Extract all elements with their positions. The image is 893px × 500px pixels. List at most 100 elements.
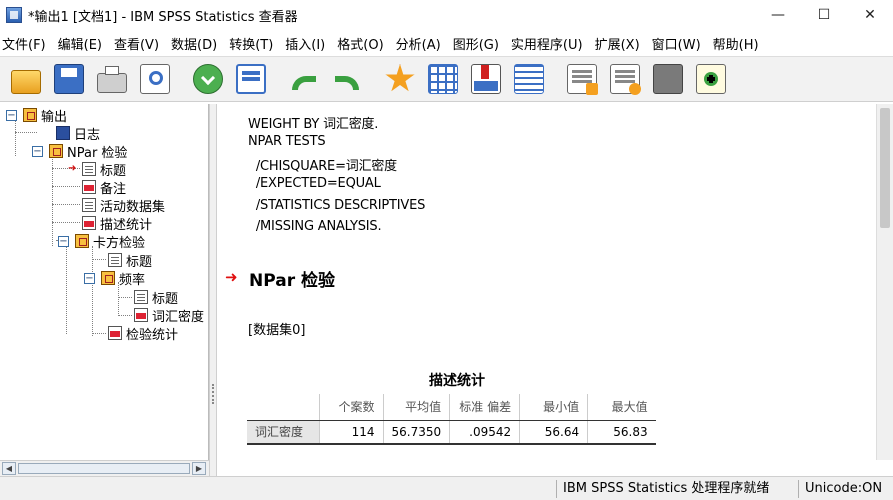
tree-label-active-dataset: 活动数据集 [100,199,166,215]
npar-book-icon [49,144,63,158]
tree-node-vocab-density[interactable]: 词汇密度 [134,306,204,325]
tree-node-chisquare[interactable]: − 卡方检验 [58,232,146,251]
tree-node-title[interactable]: 标题 [82,160,127,179]
print-icon [97,66,127,93]
menu-transform[interactable]: 转换(T) [227,34,283,53]
pane-splitter[interactable] [209,104,217,476]
scroll-left-icon[interactable]: ◀ [2,462,16,475]
goto-data-icon [428,64,458,94]
add-button[interactable] [693,61,729,97]
tree-label-title: 标题 [100,163,127,179]
output-scroll-thumb[interactable] [880,108,890,228]
tree-label-npar: NPar 检验 [67,145,128,161]
redo-button[interactable] [329,61,365,97]
outline-scroll-thumb[interactable] [18,463,190,474]
open-icon [11,70,41,94]
insert-text-icon [653,64,683,94]
print-button[interactable] [94,61,130,97]
window-title: *输出1 [文档1] - IBM SPSS Statistics 查看器 [28,9,298,25]
menu-file[interactable]: 文件(F) [0,34,56,53]
cell-n: 114 [318,420,383,445]
tree-node-title2[interactable]: 标题 [108,251,153,270]
table-row: 词汇密度 114 56.7350 .09542 56.64 56.83 [247,420,656,445]
menu-view[interactable]: 查看(V) [112,34,169,53]
scroll-right-icon[interactable]: ▶ [192,462,206,475]
print-preview-button[interactable] [137,61,173,97]
title3-doc-icon [134,290,148,304]
tree-label-title2: 标题 [126,254,153,270]
tree-label-chisquare: 卡方检验 [93,235,146,251]
notes-table-icon [82,180,96,194]
designate-window-button[interactable] [607,61,643,97]
syntax-line-3: /CHISQUARE=词汇密度 [248,159,397,174]
table-header-row: 个案数 平均值 标准 偏差 最小值 最大值 [247,394,656,421]
collapse-chisquare-icon[interactable]: − [58,235,69,247]
syntax-line-4: /EXPECTED=EQUAL [248,176,381,191]
syntax-line-5: /STATISTICS DESCRIPTIVES [248,198,426,213]
menu-edit[interactable]: 编辑(E) [56,34,112,53]
menu-format[interactable]: 格式(O) [335,34,393,53]
status-unicode: Unicode:ON [798,480,888,498]
tree-label-descriptives: 描述统计 [100,217,153,233]
tree-label-frequencies: 频率 [119,272,146,288]
tree-node-test-stats[interactable]: 检验统计 [108,324,178,343]
insert-text-button[interactable] [650,61,686,97]
goto-output-button[interactable] [382,61,418,97]
dataset-doc-icon [82,198,96,212]
status-bar: IBM SPSS Statistics 处理程序就绪 Unicode:ON [0,476,893,500]
collapse-output-icon[interactable]: − [6,109,17,121]
menu-bar: 文件(F) 编辑(E) 查看(V) 数据(D) 转换(T) 插入(I) 格式(O… [0,30,893,56]
variables-button[interactable] [511,61,547,97]
goto-data-button[interactable] [425,61,461,97]
menu-help[interactable]: 帮助(H) [711,34,769,53]
descriptives-table[interactable]: 个案数 平均值 标准 偏差 最小值 最大值 词汇密度 114 56.7350 .… [247,394,656,445]
tree-label-log: 日志 [74,127,101,143]
table-title: 描述统计 [429,373,485,389]
designate-window-icon [610,64,641,95]
col-header-max: 最大值 [587,394,656,421]
spss-app-icon [6,7,22,23]
goto-variable-button[interactable] [468,61,504,97]
goto-output-icon [385,64,415,92]
menu-graphs[interactable]: 图形(G) [451,34,509,53]
status-processor: IBM SPSS Statistics 处理程序就绪 [556,480,775,498]
menu-analyze[interactable]: 分析(A) [394,34,451,53]
menu-data[interactable]: 数据(D) [169,34,227,53]
tree-node-title3[interactable]: 标题 [134,288,179,307]
menu-utilities[interactable]: 实用程序(U) [509,34,593,53]
output-content-pane[interactable]: WEIGHT BY 词汇密度. NPAR TESTS /CHISQUARE=词汇… [217,104,876,460]
tree-node-log[interactable]: 日志 [56,124,101,143]
tree-node-output[interactable]: − 输出 [6,106,67,125]
tree-label-title3: 标题 [152,291,179,307]
maximize-button[interactable]: ☐ [801,0,847,30]
recall-dialog-button[interactable] [233,61,269,97]
header-blank-cell [247,394,319,421]
tree-node-active-dataset[interactable]: 活动数据集 [82,196,166,215]
output-vertical-scrollbar[interactable] [876,104,893,460]
show-all-button[interactable] [564,61,600,97]
tree-node-npar[interactable]: − NPar 检验 [32,142,128,161]
menu-extensions[interactable]: 扩展(X) [593,34,650,53]
save-button[interactable] [51,61,87,97]
tree-node-frequencies[interactable]: − 频率 [84,269,146,288]
export-button[interactable] [190,61,226,97]
undo-button[interactable] [286,61,322,97]
open-button[interactable] [8,61,44,97]
output-heading[interactable]: NPar 检验 [249,266,335,291]
close-button[interactable]: ✕ [847,0,893,30]
outline-pane[interactable]: − 输出 日志 − NPar 检验 ➜ 标题 备注 活动数据集 描述统计 − 卡… [0,104,209,460]
menu-insert[interactable]: 插入(I) [283,34,335,53]
add-icon [696,64,726,94]
tree-node-descriptives[interactable]: 描述统计 [82,214,153,233]
minimize-button[interactable]: — [755,0,801,30]
syntax-line-2: NPAR TESTS [248,134,326,149]
dataset-label: [数据集0] [248,323,306,338]
collapse-npar-icon[interactable]: − [32,145,43,157]
outline-horizontal-scrollbar[interactable]: ◀ ▶ [0,460,209,476]
menu-window[interactable]: 窗口(W) [650,34,711,53]
cell-max: 56.83 [587,420,656,445]
chisquare-book-icon [75,234,89,248]
log-icon [56,126,70,140]
tree-node-notes[interactable]: 备注 [82,178,126,197]
collapse-frequencies-icon[interactable]: − [84,272,95,284]
